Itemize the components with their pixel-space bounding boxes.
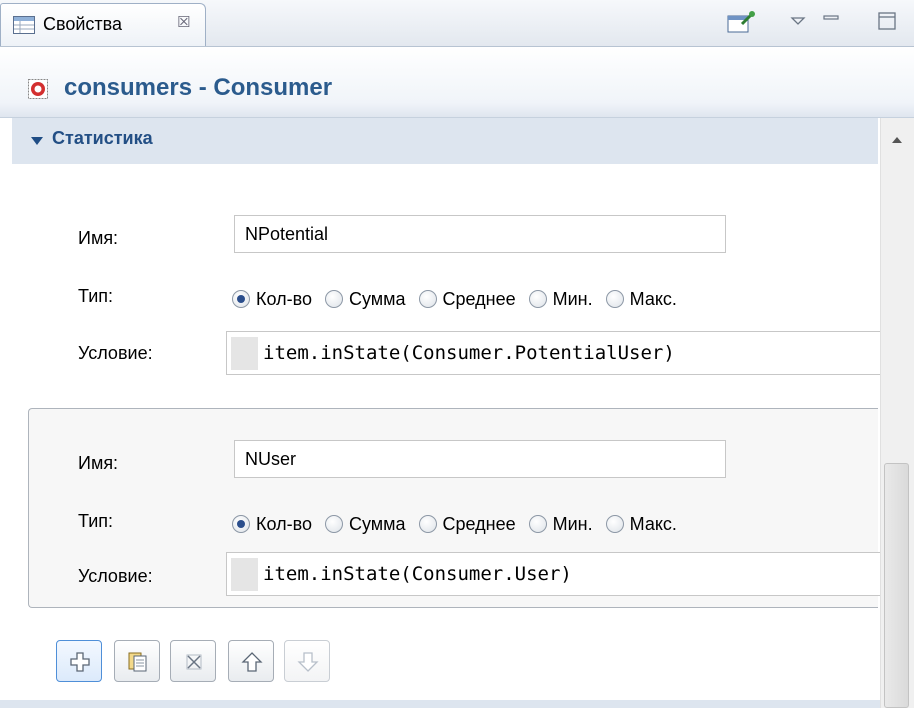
radio-label: Мин.	[552, 513, 593, 534]
condition-code: item.inState(Consumer.User)	[263, 563, 572, 585]
condition-code: item.inState(Consumer.PotentialUser)	[263, 342, 675, 364]
page-title: consumers - Consumer	[64, 74, 333, 101]
section-title: Статистика	[52, 128, 153, 148]
move-down-button	[284, 640, 330, 682]
radio-label: Сумма	[348, 288, 406, 309]
copy-button[interactable]	[114, 640, 160, 682]
view-tab-bar: Свойства ☒	[0, 0, 914, 47]
type-radio-group: Кол-во Сумма Среднее Мин. Макс.	[232, 511, 690, 537]
tab-properties[interactable]: Свойства ☒	[0, 3, 206, 46]
move-up-icon	[241, 652, 263, 672]
delete-icon	[186, 654, 202, 670]
type-radio-sum[interactable]	[324, 515, 343, 533]
condition-label: Условие:	[78, 566, 153, 586]
radio-label: Среднее	[442, 513, 516, 534]
expand-arrow-icon[interactable]	[30, 132, 44, 145]
radio-label: Кол-во	[256, 513, 312, 534]
condition-gutter	[231, 558, 258, 591]
type-radio-min[interactable]	[528, 290, 547, 308]
condition-label: Условие:	[78, 343, 153, 363]
radio-label: Макс.	[629, 513, 677, 534]
type-label: Тип:	[78, 511, 114, 531]
maximize-icon[interactable]	[876, 10, 898, 36]
pin-editor-icon[interactable]	[724, 10, 758, 36]
scrollbar-thumb[interactable]	[884, 463, 909, 708]
properties-icon	[13, 16, 35, 34]
delete-button[interactable]	[170, 640, 216, 682]
name-label: Имя:	[78, 228, 119, 248]
type-radio-average[interactable]	[418, 515, 437, 533]
name-field[interactable]: NUser	[234, 440, 726, 478]
type-radio-average[interactable]	[418, 290, 437, 308]
radio-label: Среднее	[442, 288, 516, 309]
move-up-button[interactable]	[228, 640, 274, 682]
type-radio-count[interactable]	[232, 290, 250, 308]
radio-label: Макс.	[629, 288, 677, 309]
section-bottom-border	[0, 700, 880, 708]
type-radio-count[interactable]	[232, 515, 250, 533]
agent-icon	[28, 79, 48, 99]
type-radio-max[interactable]	[605, 290, 624, 308]
add-icon	[70, 652, 90, 672]
type-radio-sum[interactable]	[324, 290, 343, 308]
type-radio-min[interactable]	[528, 515, 547, 533]
type-label: Тип:	[78, 286, 114, 306]
add-button[interactable]	[56, 640, 102, 682]
condition-gutter	[231, 337, 258, 370]
type-radio-group: Кол-во Сумма Среднее Мин. Макс.	[232, 286, 690, 312]
condition-field[interactable]: item.inState(Consumer.User)	[226, 552, 880, 596]
minimize-icon[interactable]	[822, 10, 840, 36]
tab-label: Свойства	[43, 14, 123, 34]
close-tab-icon[interactable]: ☒	[177, 13, 190, 31]
name-field[interactable]: NPotential	[234, 215, 726, 253]
radio-label: Кол-во	[256, 288, 312, 309]
condition-field[interactable]: item.inState(Consumer.PotentialUser)	[226, 331, 880, 375]
radio-label: Мин.	[552, 288, 593, 309]
type-radio-max[interactable]	[605, 515, 624, 533]
move-down-icon	[297, 652, 319, 672]
scroll-up-icon[interactable]	[890, 130, 904, 143]
radio-label: Сумма	[348, 513, 406, 534]
view-menu-icon[interactable]	[788, 10, 808, 36]
name-label: Имя:	[78, 453, 119, 473]
copy-icon	[128, 652, 147, 672]
